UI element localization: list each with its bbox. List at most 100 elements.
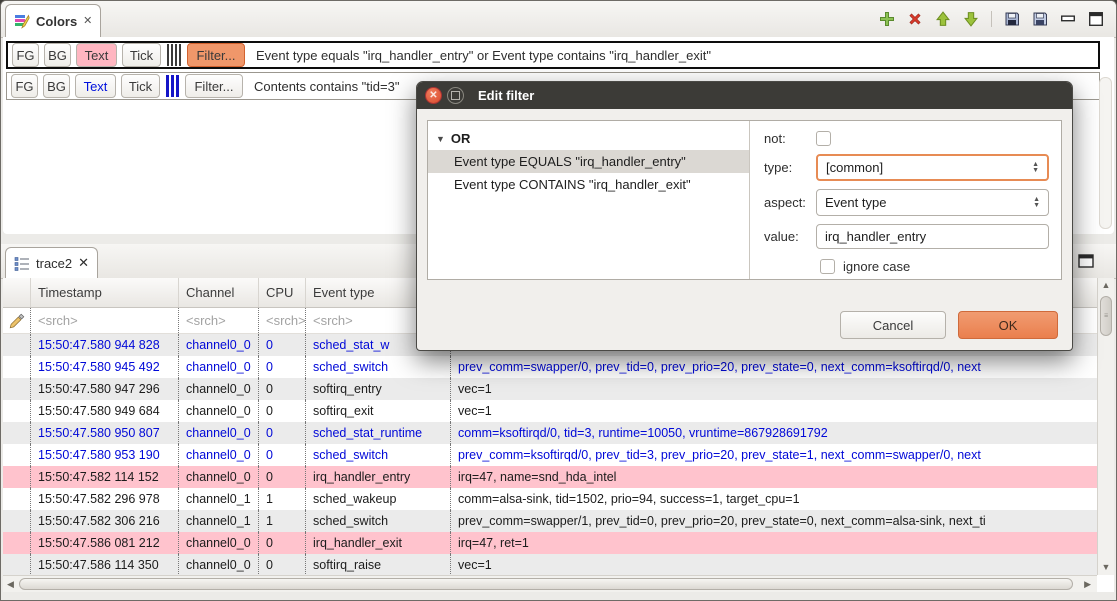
value-input[interactable]: irq_handler_entry [816, 224, 1049, 249]
text-color-button[interactable]: Text [76, 43, 117, 67]
maximize-view-icon[interactable] [1088, 11, 1104, 27]
vertical-scrollbar-thumb[interactable]: ≡ [1100, 296, 1112, 336]
column-header-cpu[interactable]: CPU [259, 278, 306, 307]
table-cell [3, 488, 31, 510]
vertical-scrollbar[interactable]: ▲ ≡ ▼ [1097, 278, 1114, 575]
table-row[interactable]: 15:50:47.580 949 684channel0_00softirq_e… [3, 400, 1097, 422]
colors-vertical-scrollbar[interactable] [1099, 77, 1112, 229]
filter-tree-root-label: OR [451, 131, 471, 146]
filter-tree: ▼ OR Event type EQUALS "irq_handler_entr… [428, 121, 750, 279]
move-up-icon[interactable] [935, 11, 951, 27]
table-row[interactable]: 15:50:47.580 950 807channel0_00sched_sta… [3, 422, 1097, 444]
table-cell: channel0_0 [179, 356, 259, 378]
table-cell: channel0_0 [179, 400, 259, 422]
aspect-select[interactable]: Event type ▲▼ [816, 189, 1049, 216]
spinner-arrows-icon[interactable]: ▲▼ [1033, 197, 1040, 209]
tab-colors-close-icon[interactable]: ✕ [83, 16, 92, 27]
table-row[interactable]: 15:50:47.582 296 978channel0_11sched_wak… [3, 488, 1097, 510]
filter-button[interactable]: Filter... [187, 43, 245, 67]
table-cell [3, 466, 31, 488]
filter-node-form: not: type: [common] ▲▼ aspect: Event typ… [750, 121, 1061, 279]
bg-button[interactable]: BG [44, 43, 71, 67]
table-cell: channel0_0 [179, 334, 259, 356]
table-cell [3, 422, 31, 444]
tree-expand-icon[interactable]: ▼ [436, 134, 445, 144]
move-down-icon[interactable] [963, 11, 979, 27]
aspect-row: aspect: Event type ▲▼ [764, 189, 1049, 216]
search-cell[interactable]: <srch> [31, 308, 179, 333]
color-rule-row-1[interactable]: FG BG Text Tick Filter... Event type equ… [6, 41, 1100, 69]
maximize-trace-view-icon[interactable] [1078, 254, 1094, 268]
tab-trace2-close-icon[interactable]: ✕ [78, 255, 89, 271]
table-cell: irq=47, ret=1 [451, 532, 1097, 554]
table-row[interactable]: 15:50:47.580 953 190channel0_00sched_swi… [3, 444, 1097, 466]
horizontal-scrollbar[interactable]: ◀ ▶ [3, 575, 1097, 592]
not-label: not: [764, 131, 816, 146]
search-cell[interactable]: <srch> [179, 308, 259, 333]
minimize-view-icon[interactable] [1060, 11, 1076, 27]
horizontal-scrollbar-thumb[interactable] [19, 578, 1073, 590]
table-cell: 15:50:47.580 949 684 [31, 400, 179, 422]
add-color-icon[interactable] [879, 11, 895, 27]
fg-button[interactable]: FG [11, 74, 38, 98]
table-cell: sched_switch [306, 444, 451, 466]
table-cell: prev_comm=swapper/1, prev_tid=0, prev_pr… [451, 510, 1097, 532]
filter-tree-root[interactable]: ▼ OR [428, 127, 749, 150]
import-colors-save-icon[interactable] [1032, 11, 1048, 27]
table-cell: 15:50:47.580 947 296 [31, 378, 179, 400]
column-header-channel[interactable]: Channel [179, 278, 259, 307]
table-row[interactable]: 15:50:47.582 114 152channel0_00irq_handl… [3, 466, 1097, 488]
table-cell [3, 554, 31, 575]
scroll-down-icon[interactable]: ▼ [1098, 563, 1114, 572]
dialog-titlebar[interactable]: ✕ Edit filter [417, 82, 1072, 109]
table-row[interactable]: 15:50:47.580 945 492channel0_00sched_swi… [3, 356, 1097, 378]
table-row[interactable]: 15:50:47.586 081 212channel0_00irq_handl… [3, 532, 1097, 554]
scroll-right-icon[interactable]: ▶ [1084, 579, 1091, 590]
table-cell: irq_handler_exit [306, 532, 451, 554]
spinner-arrows-icon[interactable]: ▲▼ [1032, 162, 1039, 174]
filter-tree-item[interactable]: Event type CONTAINS "irq_handler_exit" [428, 173, 749, 196]
rule-description: Contents contains "tid=3" [254, 79, 399, 94]
dialog-maximize-icon[interactable] [447, 87, 464, 104]
search-cell[interactable]: <srch> [259, 308, 306, 333]
tick-button[interactable]: Tick [121, 74, 160, 98]
dialog-close-icon[interactable]: ✕ [425, 87, 442, 104]
fg-button[interactable]: FG [12, 43, 39, 67]
toolbar-separator [991, 11, 992, 27]
table-cell: 15:50:47.586 114 350 [31, 554, 179, 575]
table-cell: 1 [259, 488, 306, 510]
tick-button[interactable]: Tick [122, 43, 161, 67]
search-pen-icon [9, 313, 25, 329]
table-row[interactable]: 15:50:47.586 114 350channel0_00softirq_r… [3, 554, 1097, 575]
table-cell [3, 334, 31, 356]
type-select[interactable]: [common] ▲▼ [816, 154, 1049, 181]
scroll-left-icon[interactable]: ◀ [7, 579, 14, 590]
export-colors-save-icon[interactable] [1004, 11, 1020, 27]
application-window: Colors ✕ [0, 0, 1117, 601]
table-cell: vec=1 [451, 378, 1097, 400]
text-color-button[interactable]: Text [75, 74, 116, 98]
tab-trace2-label: trace2 [36, 256, 72, 271]
filter-tree-item[interactable]: Event type EQUALS "irq_handler_entry" [428, 150, 749, 173]
table-cell: 1 [259, 510, 306, 532]
tab-colors[interactable]: Colors ✕ [5, 4, 101, 37]
type-select-value: [common] [826, 160, 883, 175]
ok-button[interactable]: OK [958, 311, 1058, 339]
ignore-case-checkbox[interactable] [820, 259, 835, 274]
tab-trace2[interactable]: trace2 ✕ [5, 247, 98, 278]
table-row[interactable]: 15:50:47.580 947 296channel0_00softirq_e… [3, 378, 1097, 400]
bg-button[interactable]: BG [43, 74, 70, 98]
column-header-timestamp[interactable]: Timestamp [31, 278, 179, 307]
table-cell [3, 400, 31, 422]
delete-color-icon[interactable] [907, 11, 923, 27]
dialog-title: Edit filter [478, 88, 534, 103]
table-cell [3, 510, 31, 532]
cancel-button[interactable]: Cancel [840, 311, 946, 339]
scroll-up-icon[interactable]: ▲ [1098, 281, 1114, 290]
tick-preview-icon [166, 44, 182, 66]
table-row[interactable]: 15:50:47.582 306 216channel0_11sched_swi… [3, 510, 1097, 532]
not-checkbox[interactable] [816, 131, 831, 146]
table-cell: 15:50:47.582 114 152 [31, 466, 179, 488]
filter-button[interactable]: Filter... [185, 74, 243, 98]
edit-filter-dialog: ✕ Edit filter ▼ OR Event type EQUALS "ir… [416, 81, 1073, 351]
